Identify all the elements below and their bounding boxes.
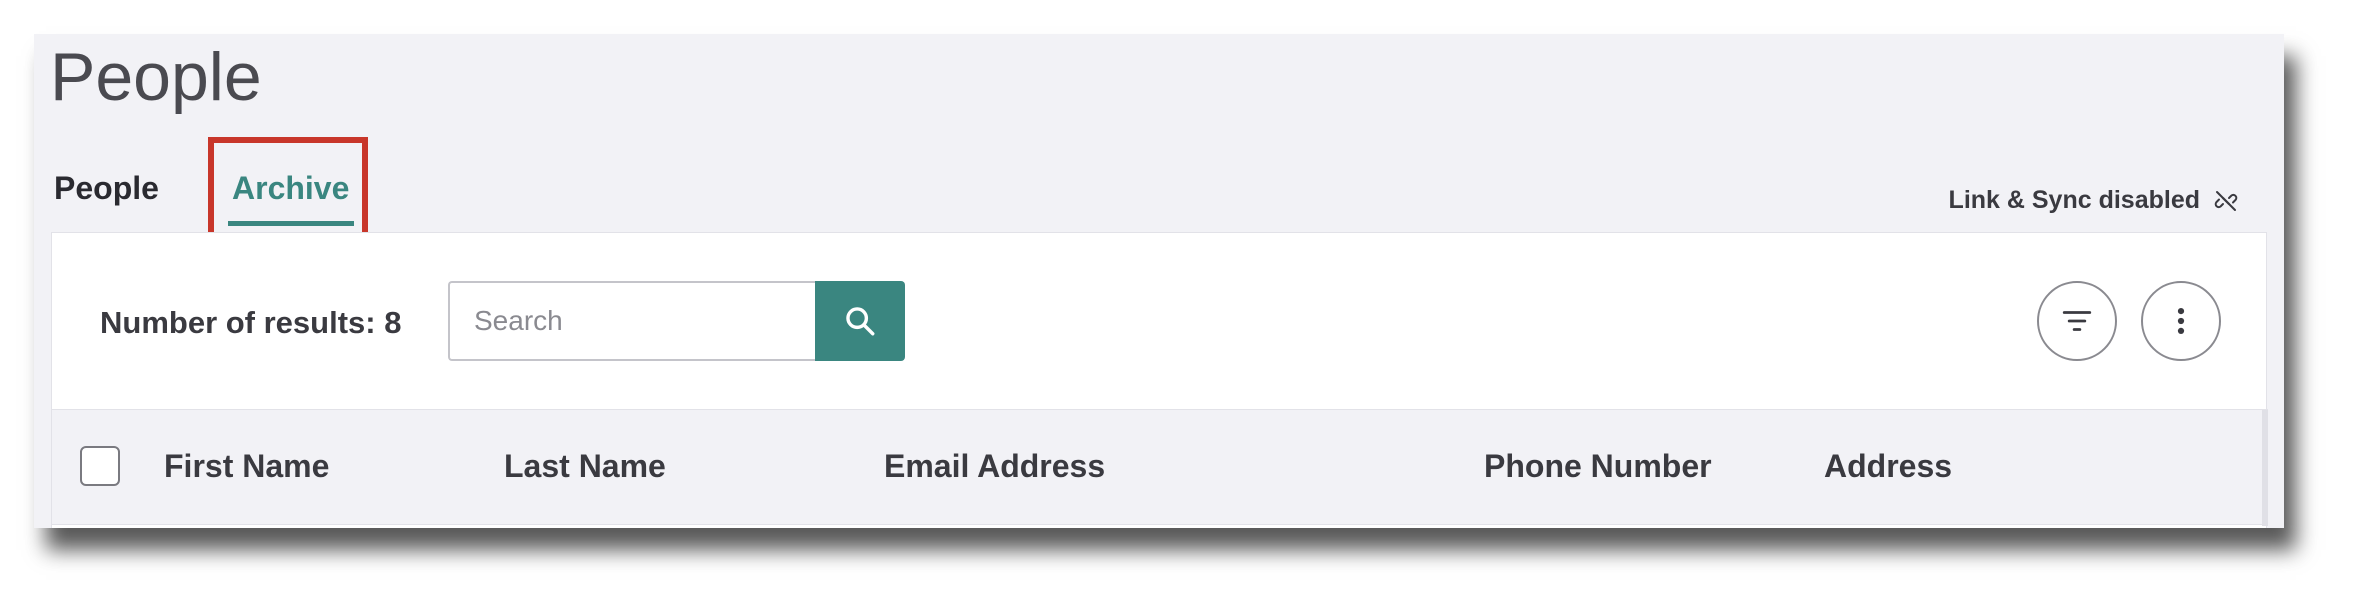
- tab-people[interactable]: People: [54, 170, 159, 207]
- more-options-button[interactable]: [2141, 281, 2221, 361]
- app-window: People People Archive Link & Sync disabl…: [34, 34, 2284, 528]
- filter-button[interactable]: [2037, 281, 2117, 361]
- table-scroll-edge: [2262, 410, 2268, 526]
- column-header-first-name[interactable]: First Name: [164, 448, 329, 485]
- column-header-last-name[interactable]: Last Name: [504, 448, 666, 485]
- search-input[interactable]: [448, 281, 816, 361]
- more-vertical-icon: [2177, 307, 2185, 335]
- people-panel: Number of results: 8 First N: [51, 232, 2268, 528]
- search-button[interactable]: [815, 281, 905, 361]
- annotation-highlight-box: [208, 137, 368, 239]
- search-icon: [846, 307, 875, 336]
- link-sync-label: Link & Sync disabled: [1948, 186, 2200, 214]
- results-count: Number of results: 8: [100, 305, 402, 340]
- link-off-icon[interactable]: [2214, 189, 2238, 213]
- link-sync-status: Link & Sync disabled: [1949, 186, 2238, 215]
- select-all-checkbox[interactable]: [80, 446, 120, 486]
- column-header-phone-number[interactable]: Phone Number: [1484, 448, 1712, 485]
- filter-icon: [2062, 311, 2092, 331]
- page-title: People: [50, 39, 262, 115]
- column-header-email-address[interactable]: Email Address: [884, 448, 1105, 485]
- column-header-address[interactable]: Address: [1824, 448, 1952, 485]
- table-header: First Name Last Name Email Address Phone…: [52, 409, 2268, 526]
